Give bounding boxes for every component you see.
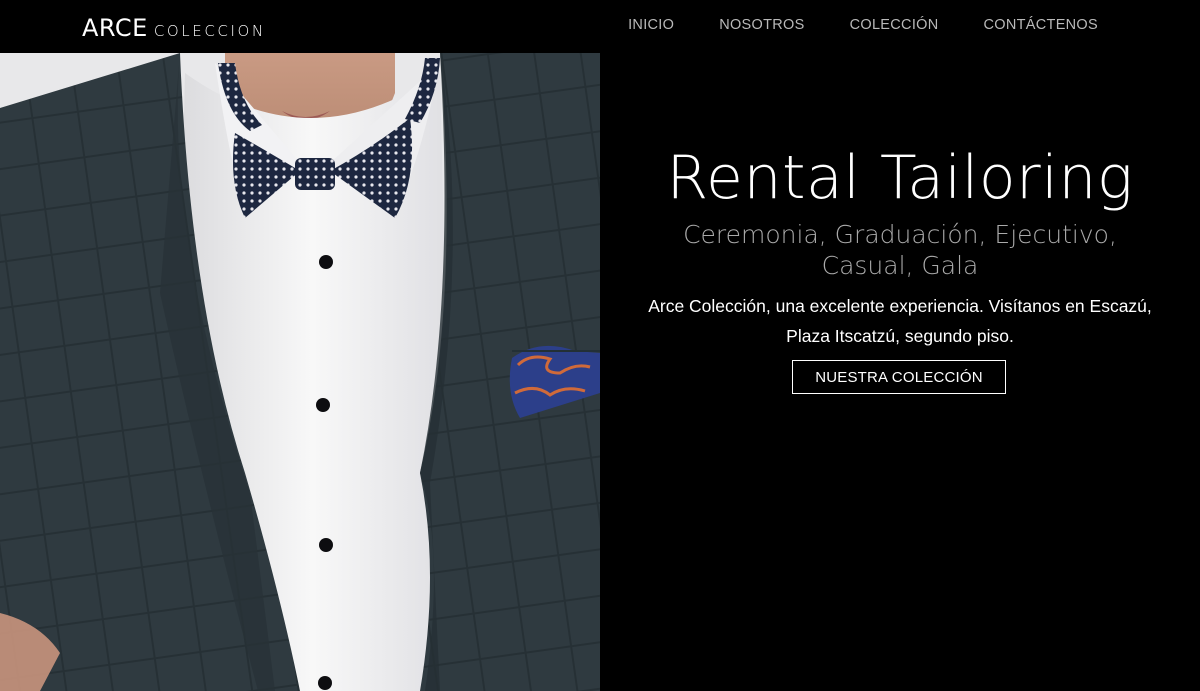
hero-section: Rental Tailoring Ceremonia, Graduación, … bbox=[600, 53, 1200, 691]
brand-subtitle: COLECCION bbox=[153, 22, 266, 40]
brand-name: ARCE bbox=[82, 14, 148, 42]
top-navigation-bar: ARCE COLECCION INICIO NOSOTROS COLECCIÓN… bbox=[0, 0, 1200, 53]
hero-title: Rental Tailoring bbox=[666, 143, 1134, 213]
main-nav: INICIO NOSOTROS COLECCIÓN CONTÁCTENOS bbox=[628, 17, 1098, 33]
hero-description: Arce Colección, una excelente experienci… bbox=[648, 296, 1152, 346]
nav-item-contactenos[interactable]: CONTÁCTENOS bbox=[984, 17, 1098, 33]
hero-subtitle: Ceremonia, Graduación, Ejecutivo, Casual… bbox=[683, 220, 1117, 280]
suit-illustration bbox=[0, 53, 600, 691]
nav-item-coleccion[interactable]: COLECCIÓN bbox=[850, 17, 939, 33]
brand-logo[interactable]: ARCE COLECCION bbox=[82, 14, 266, 42]
nav-item-nosotros[interactable]: NOSOTROS bbox=[719, 17, 804, 33]
hero-photo-suit-bowtie bbox=[0, 53, 600, 691]
our-collection-button[interactable]: NUESTRA COLECCIÓN bbox=[792, 360, 1006, 394]
nav-item-inicio[interactable]: INICIO bbox=[628, 17, 674, 33]
